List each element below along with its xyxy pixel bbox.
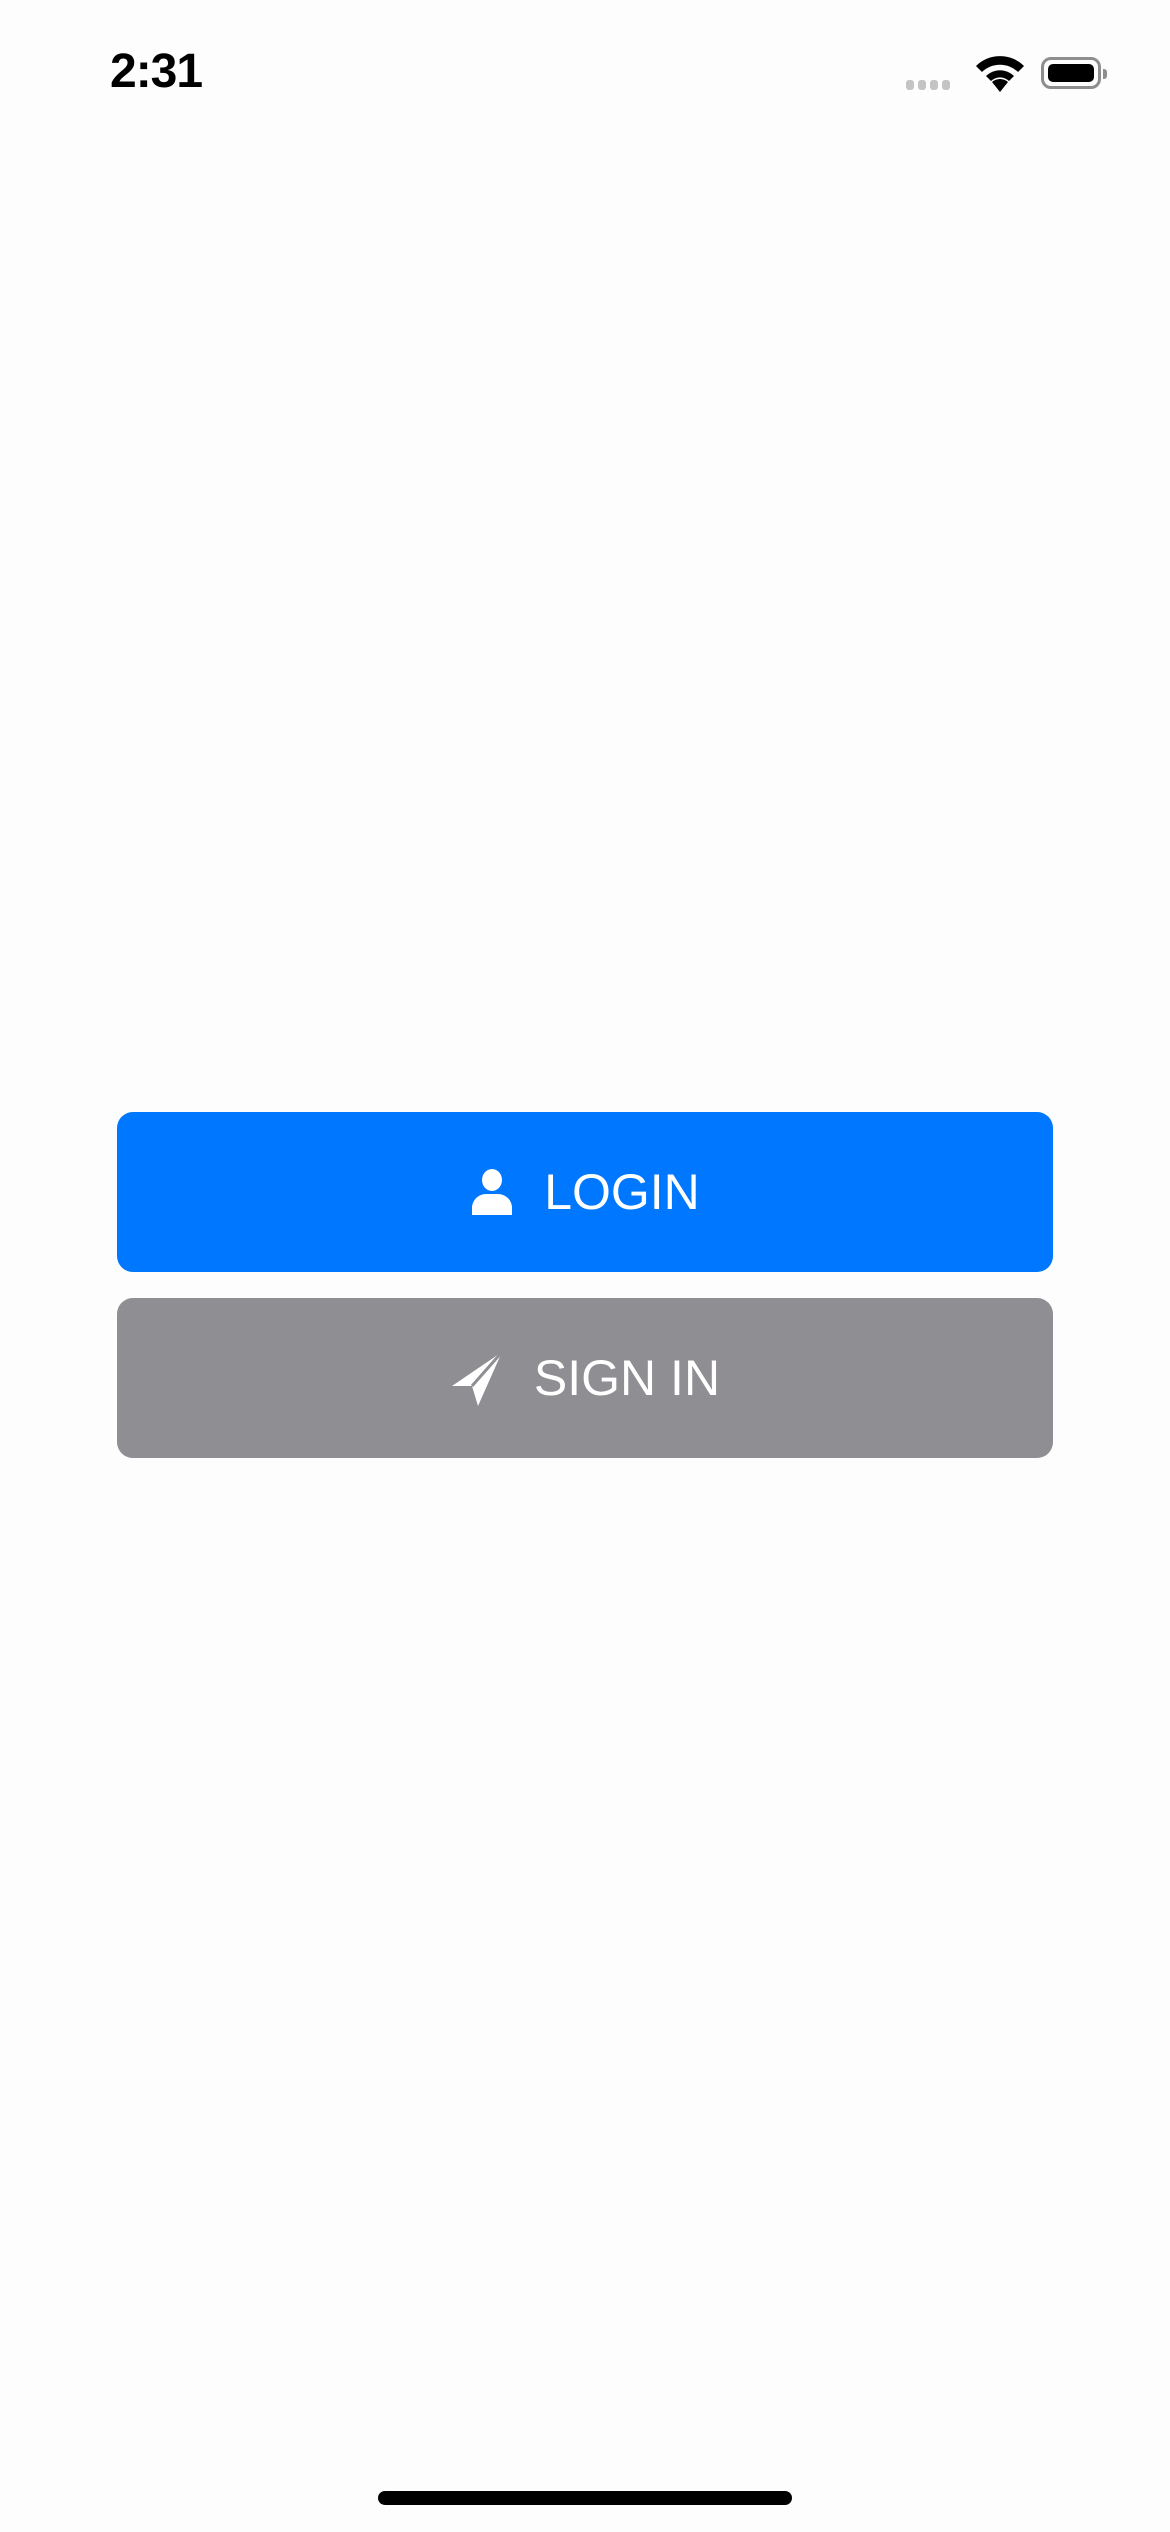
sign-in-button[interactable]: SIGN IN xyxy=(117,1298,1053,1458)
login-button[interactable]: LOGIN xyxy=(117,1112,1053,1272)
person-icon xyxy=(472,1169,513,1215)
home-indicator[interactable] xyxy=(378,2491,792,2505)
sign-in-label: SIGN IN xyxy=(533,1350,721,1406)
login-label: LOGIN xyxy=(544,1164,700,1220)
paper-plane-icon xyxy=(451,1351,504,1406)
battery-icon xyxy=(1041,57,1107,89)
status-time: 2:31 xyxy=(110,45,203,98)
signal-icon xyxy=(906,80,950,90)
wifi-icon xyxy=(976,56,1024,92)
